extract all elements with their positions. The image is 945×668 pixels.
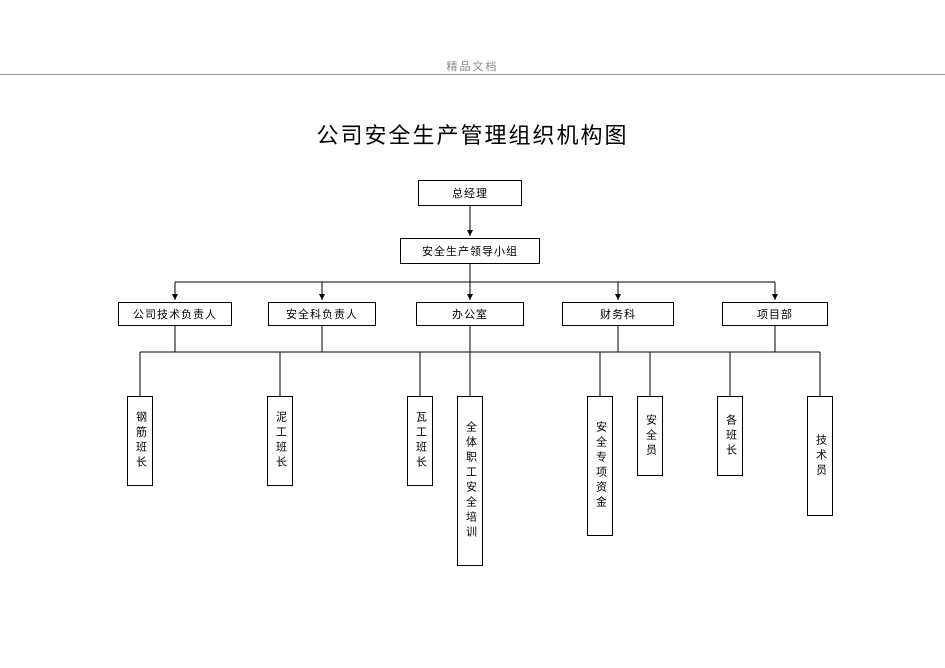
node-finance: 财务科 bbox=[562, 302, 674, 326]
node-safety-head: 安全科负责人 bbox=[268, 302, 376, 326]
label: 全体职工安全培训 bbox=[465, 421, 476, 541]
node-safety-leadership-group: 安全生产领导小组 bbox=[400, 238, 540, 264]
node-team-leaders: 各班长 bbox=[717, 396, 743, 476]
label: 各班长 bbox=[725, 414, 736, 459]
label: 瓦工班长 bbox=[415, 411, 426, 471]
label: 安全专项资金 bbox=[595, 421, 606, 511]
label: 钢筋班长 bbox=[135, 411, 146, 471]
diagram-title: 公司安全生产管理组织机构图 bbox=[316, 118, 628, 150]
node-technician: 技术员 bbox=[807, 396, 833, 516]
label: 安全员 bbox=[645, 414, 656, 459]
node-tech-lead: 公司技术负责人 bbox=[118, 302, 232, 326]
node-safety-funds: 安全专项资金 bbox=[587, 396, 613, 536]
node-office: 办公室 bbox=[416, 302, 524, 326]
node-mud-foreman: 泥工班长 bbox=[267, 396, 293, 486]
label: 技术员 bbox=[815, 434, 826, 479]
node-general-manager: 总经理 bbox=[418, 180, 522, 206]
page-header: 精品文档 bbox=[447, 58, 499, 74]
node-tile-foreman: 瓦工班长 bbox=[407, 396, 433, 486]
label: 泥工班长 bbox=[275, 411, 286, 471]
connector-lines bbox=[0, 0, 945, 668]
node-project-dept: 项目部 bbox=[722, 302, 828, 326]
node-staff-training: 全体职工安全培训 bbox=[457, 396, 483, 566]
node-rebar-foreman: 钢筋班长 bbox=[127, 396, 153, 486]
header-rule bbox=[0, 74, 945, 75]
node-safety-officer: 安全员 bbox=[637, 396, 663, 476]
